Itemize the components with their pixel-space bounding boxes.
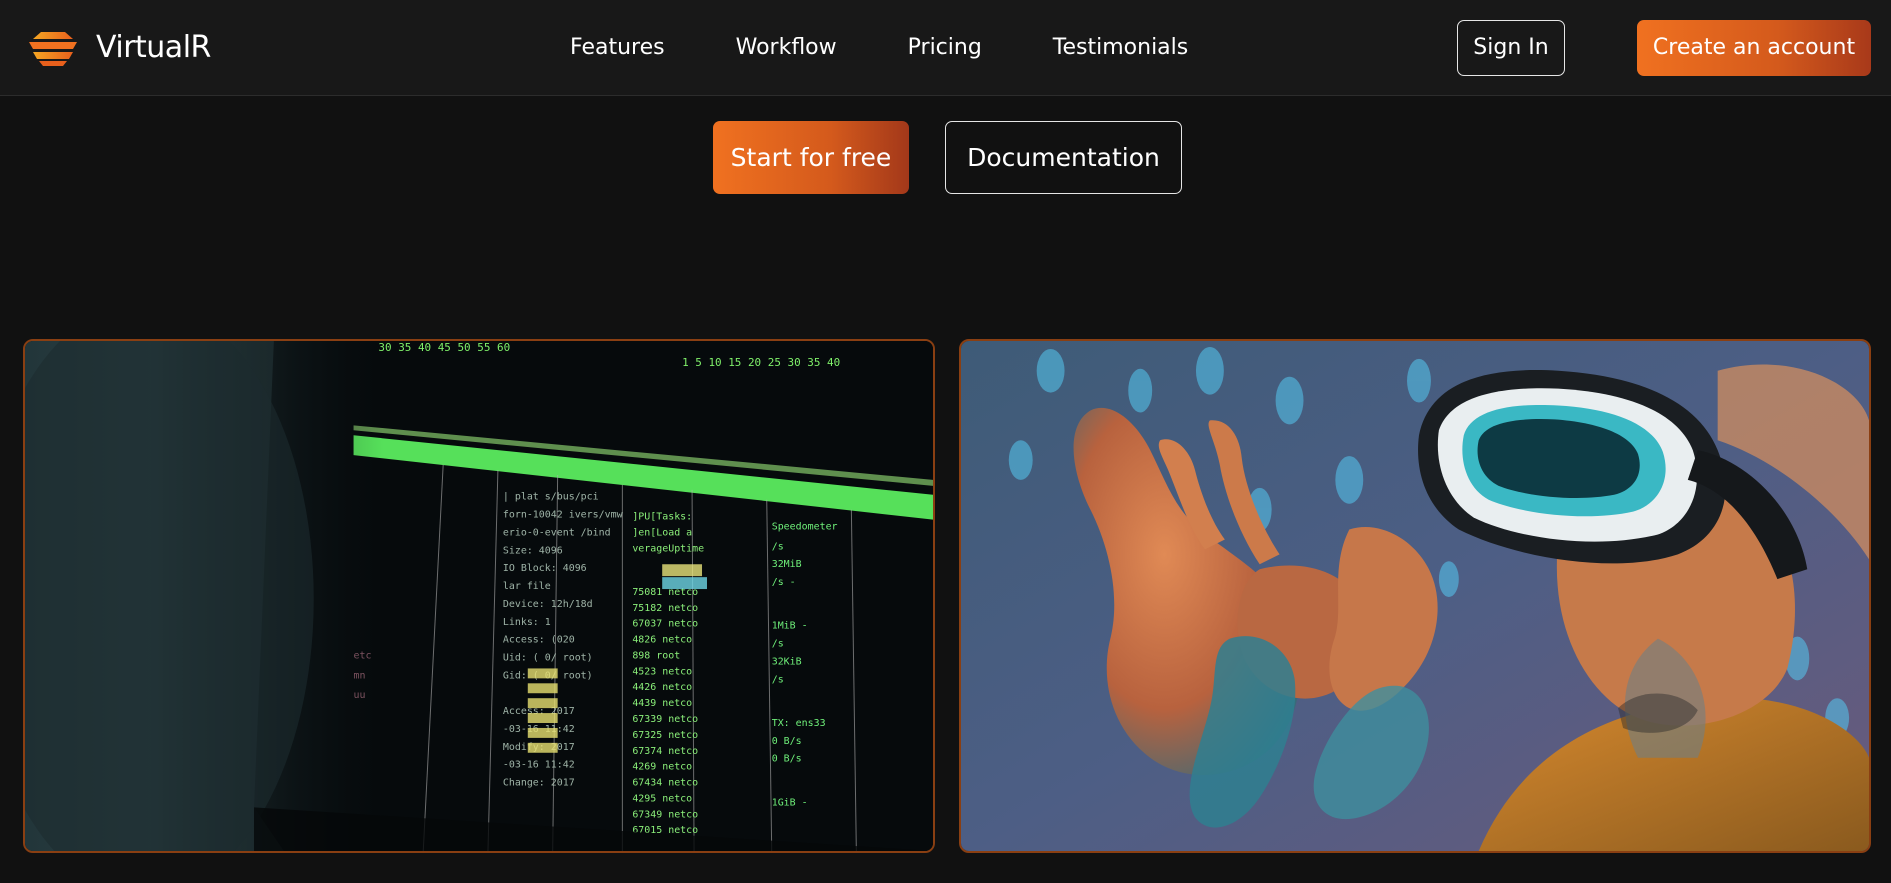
documentation-button[interactable]: Documentation [945,121,1182,194]
svg-text:Access: (020: Access: (020 [503,635,575,646]
svg-text:4426 netco: 4426 netco [632,682,692,693]
svg-text:Device: 12h/18d: Device: 12h/18d [503,599,593,610]
svg-text:4523 netco: 4523 netco [632,666,692,677]
svg-text:67349 netco: 67349 netco [632,809,698,820]
svg-text:67339 netco: 67339 netco [632,714,698,725]
svg-text:]en[Load a: ]en[Load a [632,527,692,538]
svg-text:/s: /s [772,674,784,685]
svg-text:4826 netco: 4826 netco [632,635,692,646]
svg-text:67325 netco: 67325 netco [632,730,698,741]
svg-text:0 B/s: 0 B/s [772,736,802,747]
top-navbar: VirtualR Features Workflow Pricing Testi… [0,0,1891,96]
svg-text:erio-0-event /bind: erio-0-event /bind [503,527,611,538]
svg-text:67434 netco: 67434 netco [632,778,698,789]
svg-text:Uid: ( 0/ root): Uid: ( 0/ root) [503,653,593,664]
svg-text:Change: 2017: Change: 2017 [503,778,575,789]
start-for-free-button[interactable]: Start for free [713,121,909,194]
svg-text:/s: /s [772,541,784,552]
svg-text:1GiB -: 1GiB - [772,797,808,808]
svg-text:32KiB: 32KiB [772,656,802,667]
svg-text:32MiB: 32MiB [772,559,802,570]
brand-name[interactable]: VirtualR [96,28,211,68]
svg-text:Size: 4096: Size: 4096 [503,545,563,556]
svg-text:forn-10042 ivers/vmw: forn-10042 ivers/vmw [503,510,623,521]
svg-text:1 5 10 15 20 25 30 35 40: 1 5 10 15 20 25 30 35 40 [682,356,840,369]
svg-text:4439 netco: 4439 netco [632,698,692,709]
svg-text:lar file: lar file [503,581,551,592]
nav-link-features[interactable]: Features [570,30,665,66]
create-account-button[interactable]: Create an account [1637,20,1871,76]
svg-text:4295 netco: 4295 netco [632,793,692,804]
nav-link-testimonials[interactable]: Testimonials [1053,30,1188,66]
vr-headset-image [961,341,1869,851]
logo-icon[interactable] [27,28,79,68]
svg-text:IO Block: 4096: IO Block: 4096 [503,563,587,574]
svg-text:verageUptime: verageUptime [632,543,704,554]
svg-text:67374 netco: 67374 netco [632,746,698,757]
svg-text:]PU[Tasks:: ]PU[Tasks: [632,512,692,523]
nav-link-workflow[interactable]: Workflow [736,30,837,66]
svg-text:0 B/s: 0 B/s [772,754,802,765]
svg-text:898 root: 898 root [632,651,680,662]
svg-text:TX: ens33: TX: ens33 [772,718,826,729]
svg-text:| plat s/bus/pci: | plat s/bus/pci [503,492,599,503]
svg-text:1MiB -: 1MiB - [772,621,808,632]
svg-text:/s -: /s - [772,577,796,588]
svg-text:75182 netco: 75182 netco [632,603,698,614]
vr-image-card [959,339,1871,853]
sign-in-button[interactable]: Sign In [1457,20,1565,76]
nav-link-pricing[interactable]: Pricing [908,30,982,66]
svg-text:-03-16 11:42: -03-16 11:42 [503,760,575,771]
main-nav: Features Workflow Pricing Testimonials [570,30,1259,66]
svg-text:Speedometer: Speedometer [772,522,838,533]
svg-text:67037 netco: 67037 netco [632,619,698,630]
terminal-monitor-image: 30 35 40 45 50 55 60 1 5 10 15 20 25 30 … [25,341,933,851]
svg-text:Links: 1: Links: 1 [503,617,551,628]
svg-text:/s: /s [772,639,784,650]
svg-text:4269 netco: 4269 netco [632,762,692,773]
terminal-image-card: 30 35 40 45 50 55 60 1 5 10 15 20 25 30 … [23,339,935,853]
svg-text:30 35 40 45 50 55 60: 30 35 40 45 50 55 60 [378,341,510,354]
